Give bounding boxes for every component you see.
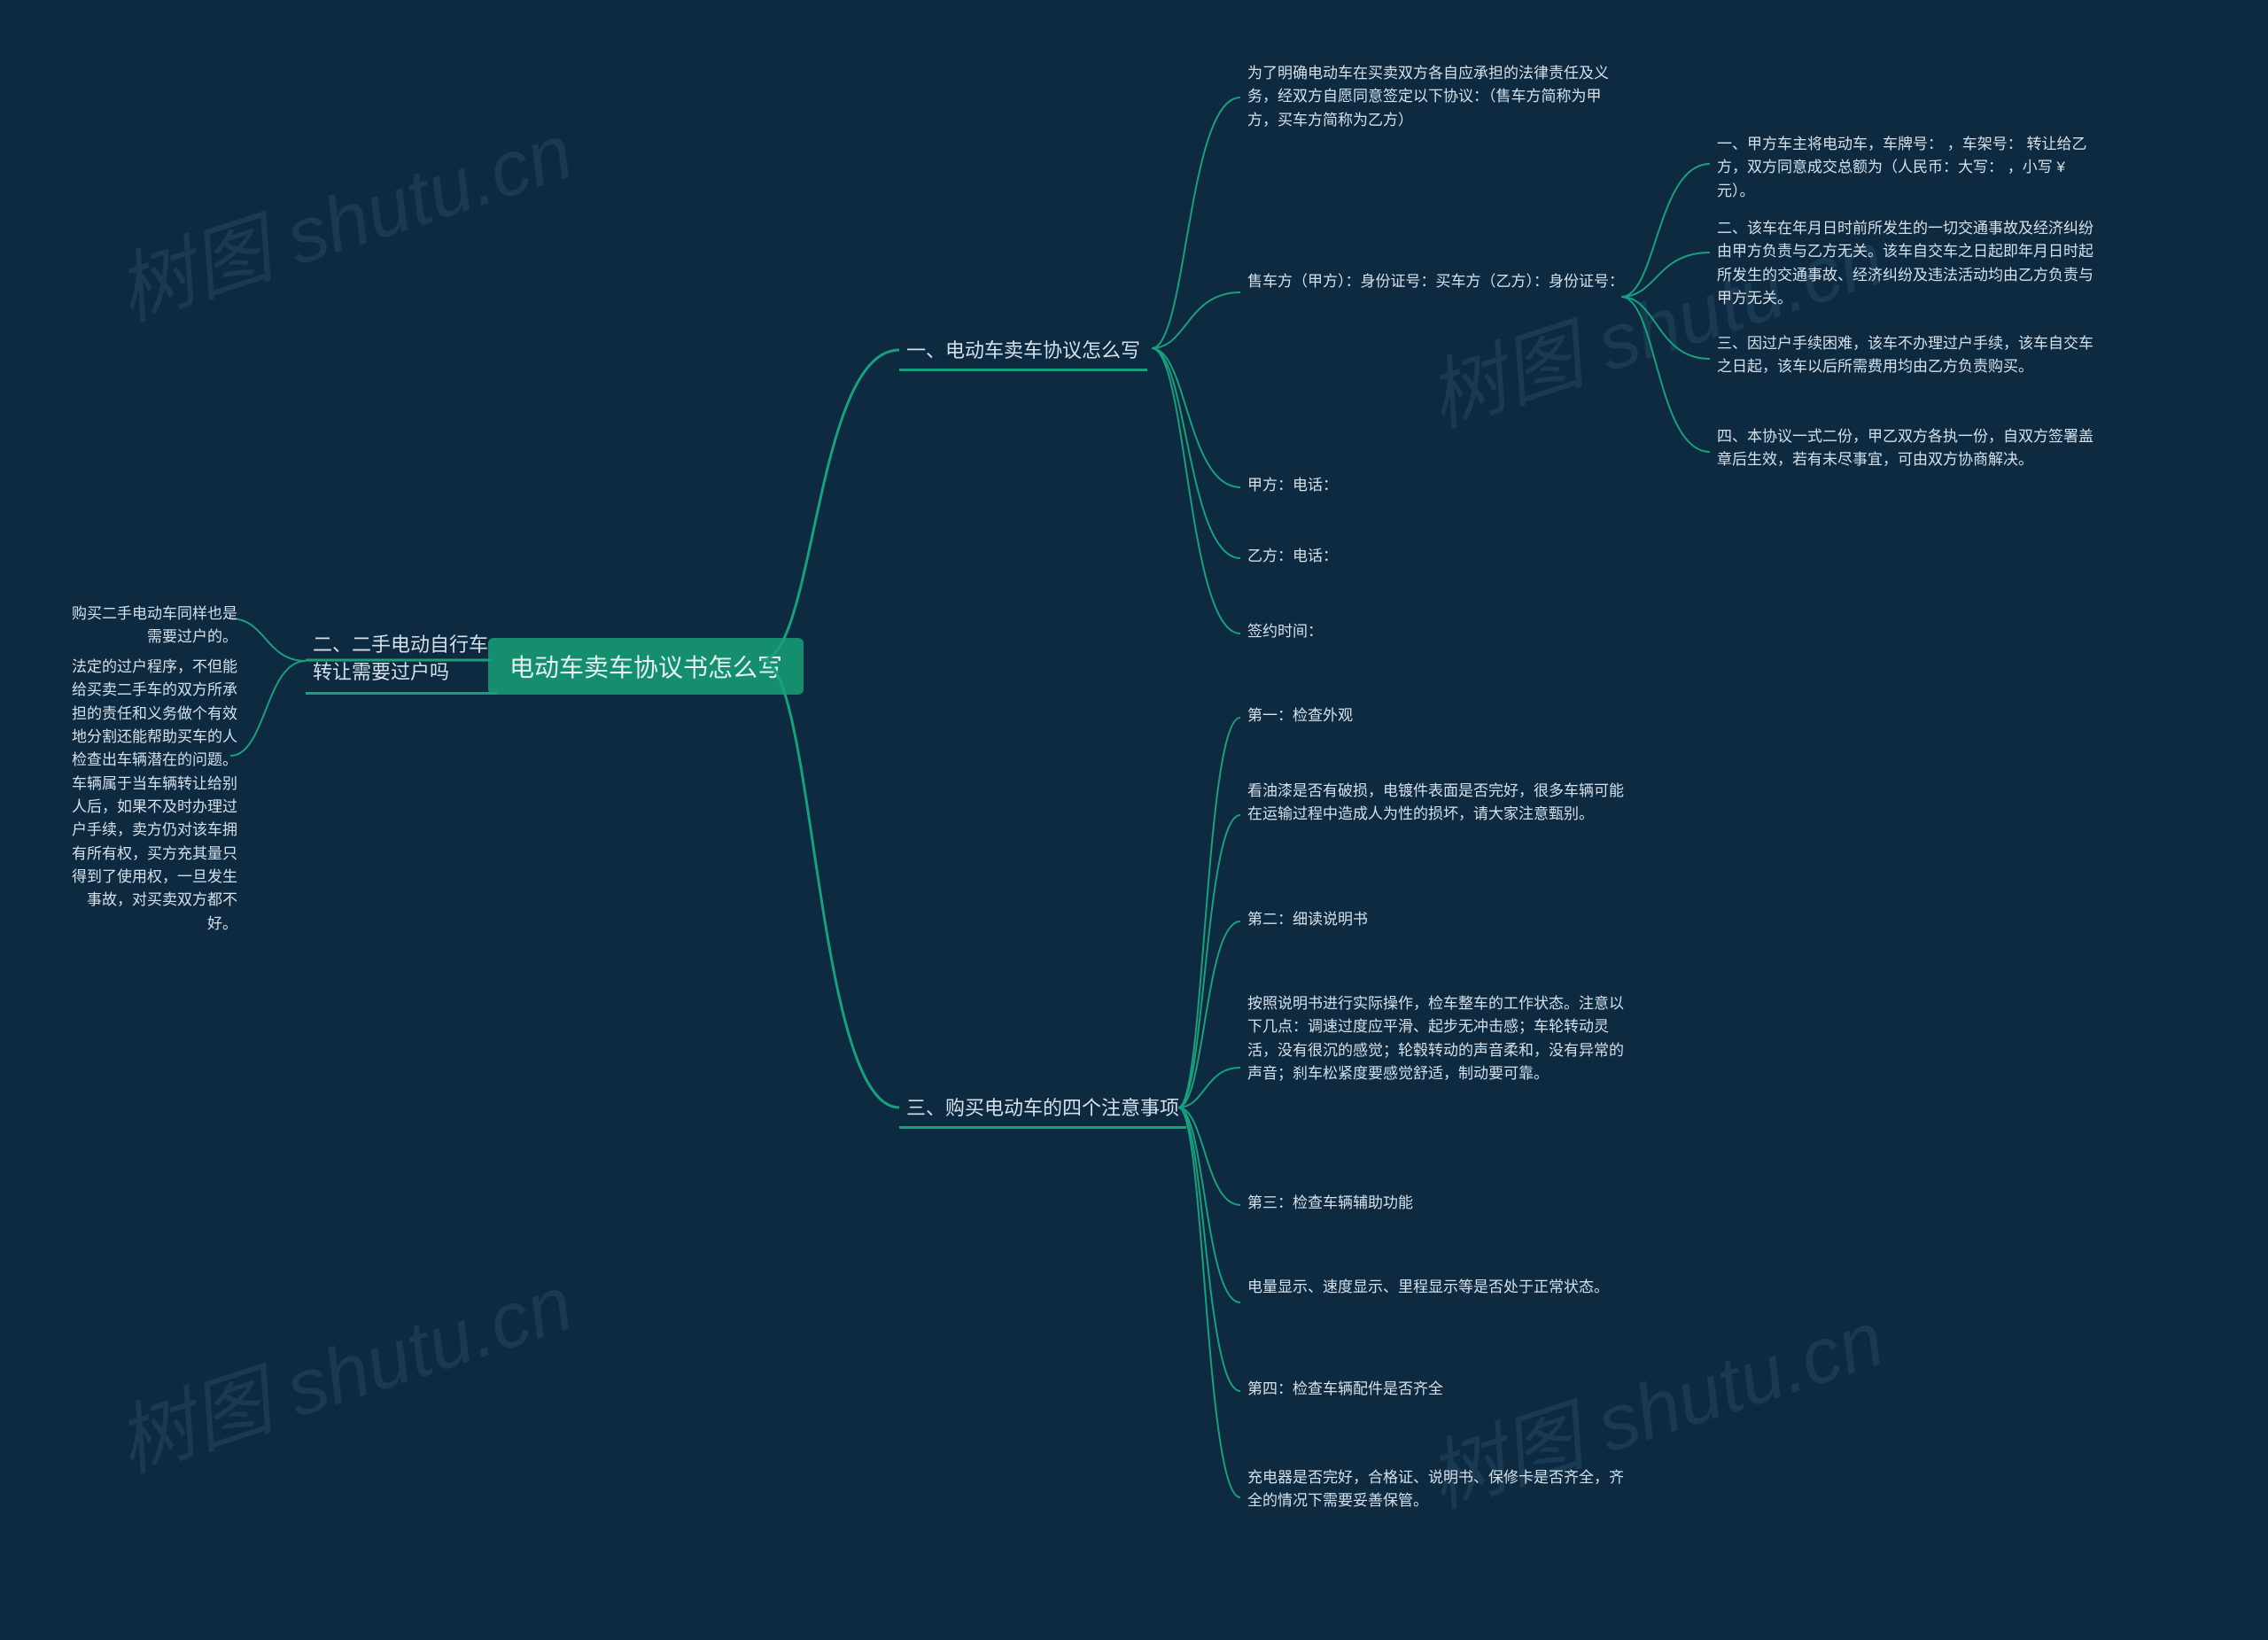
branch3-node[interactable]: 三、购买电动车的四个注意事项 <box>899 1092 1186 1129</box>
b1-n2-text: 售车方（甲方）：身份证号：买车方（乙方）：身份证号： <box>1247 270 1624 293</box>
watermark: 树图 shutu.cn <box>100 89 584 343</box>
b1-n2c2[interactable]: 二、该车在年月日时前所发生的一切交通事故及经济纠纷由甲方负责与乙方无关。该车自交… <box>1710 217 2105 319</box>
b2-n1-text: 购买二手电动车同样也是需要过户的。 <box>60 602 237 649</box>
branch2-label: 二、二手电动自行车转让需要过户吗 <box>313 632 490 687</box>
b1-n2c4-text: 四、本协议一式二份，甲乙双方各执一份，自双方签署盖章后生效，若有未尽事宜，可由双… <box>1717 425 2098 472</box>
b1-n3-text: 甲方：电话： <box>1247 474 1338 497</box>
b1-n2[interactable]: 售车方（甲方）：身份证号：买车方（乙方）：身份证号： <box>1240 270 1635 302</box>
b3-n8-text: 充电器是否完好，合格证、说明书、保修卡是否齐全，齐全的情况下需要妥善保管。 <box>1247 1466 1628 1513</box>
b1-n2c3[interactable]: 三、因过户手续困难，该车不办理过户手续，该车自交车之日起，该车以后所需费用均由乙… <box>1710 332 2105 388</box>
edge-root-b3 <box>762 660 899 1121</box>
b3-n6[interactable]: 电量显示、速度显示、里程显示等是否处于正常状态。 <box>1240 1276 1635 1308</box>
edge-b1-child <box>1152 84 1240 669</box>
b3-n2[interactable]: 看油漆是否有破损，电镀件表面是否完好，很多车辆可能在运输过程中造成人为性的损坏，… <box>1240 780 1635 836</box>
b3-n3[interactable]: 第二：细读说明书 <box>1240 908 1635 940</box>
b1-n5-text: 签约时间： <box>1247 620 1323 643</box>
branch1-node[interactable]: 一、电动车卖车协议怎么写 <box>899 335 1147 371</box>
b1-n3[interactable]: 甲方：电话： <box>1240 474 1635 506</box>
b3-n2-text: 看油漆是否有破损，电镀件表面是否完好，很多车辆可能在运输过程中造成人为性的损坏，… <box>1247 780 1628 827</box>
b2-n1[interactable]: 购买二手电动车同样也是需要过户的。 <box>53 602 245 658</box>
b3-n4[interactable]: 按照说明书进行实际操作，检车整车的工作状态。注意以下几点：调速过度应平滑、起步无… <box>1240 992 1635 1094</box>
branch1-label: 一、电动车卖车协议怎么写 <box>906 335 1140 363</box>
b3-n6-text: 电量显示、速度显示、里程显示等是否处于正常状态。 <box>1247 1276 1609 1299</box>
root-node[interactable]: 电动车卖车协议书怎么写 <box>488 638 804 695</box>
b3-n1[interactable]: 第一：检查外观 <box>1240 704 1635 736</box>
b3-n1-text: 第一：检查外观 <box>1247 704 1353 727</box>
root-label: 电动车卖车协议书怎么写 <box>509 649 782 684</box>
b2-n2[interactable]: 法定的过户程序，不但能给买卖二手车的双方所承担的责任和义务做个有效地分割还能帮助… <box>53 656 245 944</box>
b1-n2c3-text: 三、因过户手续困难，该车不办理过户手续，该车自交车之日起，该车以后所需费用均由乙… <box>1717 332 2098 379</box>
b3-n5[interactable]: 第三：检查车辆辅助功能 <box>1240 1192 1635 1224</box>
b3-n8[interactable]: 充电器是否完好，合格证、说明书、保修卡是否齐全，齐全的情况下需要妥善保管。 <box>1240 1466 1635 1522</box>
b1-n1[interactable]: 为了明确电动车在买卖双方各自应承担的法律责任及义务，经双方自愿同意签定以下协议：… <box>1240 62 1635 141</box>
b1-n2c2-text: 二、该车在年月日时前所发生的一切交通事故及经济纠纷由甲方负责与乙方无关。该车自交… <box>1717 217 2098 310</box>
b3-n7-text: 第四：检查车辆配件是否齐全 <box>1247 1378 1443 1401</box>
b3-n5-text: 第三：检查车辆辅助功能 <box>1247 1192 1413 1215</box>
b1-n1-text: 为了明确电动车在买卖双方各自应承担的法律责任及义务，经双方自愿同意签定以下协议：… <box>1247 62 1628 132</box>
b2-n2-text: 法定的过户程序，不但能给买卖二手车的双方所承担的责任和义务做个有效地分割还能帮助… <box>60 656 237 936</box>
b1-n2c1-text: 一、甲方车主将电动车，车牌号： ，车架号： 转让给乙方，双方同意成交总额为（人民… <box>1717 133 2098 203</box>
b3-n4-text: 按照说明书进行实际操作，检车整车的工作状态。注意以下几点：调速过度应平滑、起步无… <box>1247 992 1628 1085</box>
b1-n4[interactable]: 乙方：电话： <box>1240 545 1635 577</box>
edge-b3-child <box>1178 704 1240 1590</box>
branch2-node[interactable]: 二、二手电动自行车转让需要过户吗 <box>306 632 497 695</box>
b1-n2c4[interactable]: 四、本协议一式二份，甲乙双方各执一份，自双方签署盖章后生效，若有未尽事宜，可由双… <box>1710 425 2105 481</box>
b3-n3-text: 第二：细读说明书 <box>1247 908 1368 931</box>
branch3-label: 三、购买电动车的四个注意事项 <box>906 1092 1179 1121</box>
watermark: 树图 shutu.cn <box>100 1241 584 1495</box>
edge-b1-n2-child <box>1621 151 1710 478</box>
b1-n2c1[interactable]: 一、甲方车主将电动车，车牌号： ，车架号： 转让给乙方，双方同意成交总额为（人民… <box>1710 133 2105 212</box>
edge-root-b1 <box>762 337 899 669</box>
b1-n4-text: 乙方：电话： <box>1247 545 1338 568</box>
mindmap-canvas: 树图 shutu.cn 树图 shutu.cn 树图 shutu.cn 树图 s… <box>0 0 2268 1640</box>
b1-n5[interactable]: 签约时间： <box>1240 620 1635 652</box>
b3-n7[interactable]: 第四：检查车辆配件是否齐全 <box>1240 1378 1635 1410</box>
